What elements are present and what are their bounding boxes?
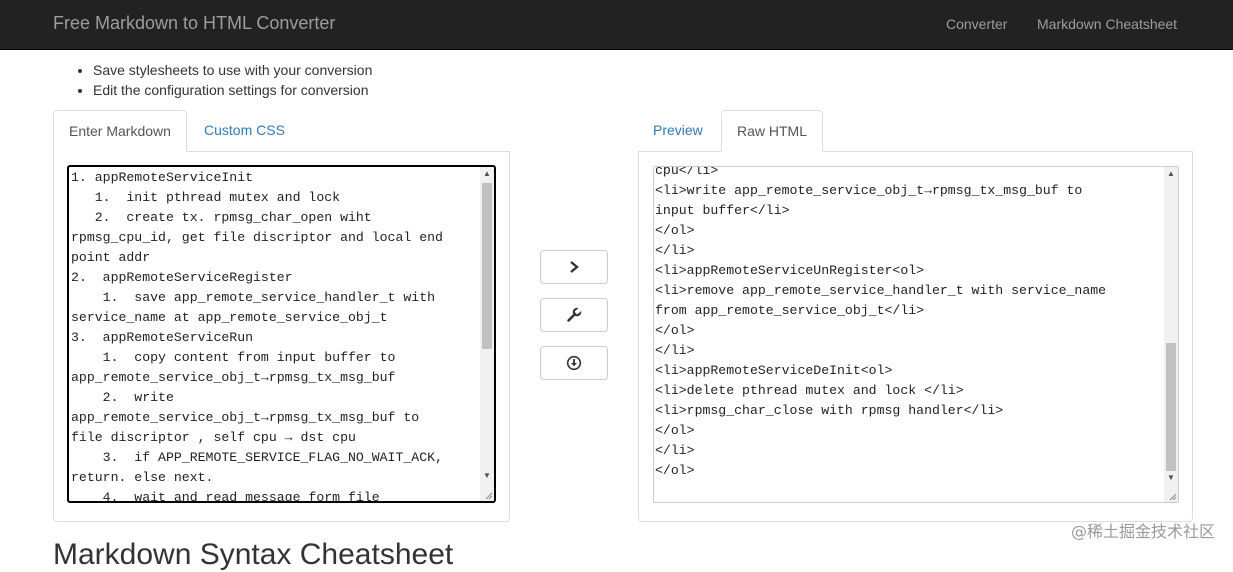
raw-html-output[interactable]: cpu</li> <li>write app_remote_service_obj… — [653, 166, 1179, 503]
tab-preview[interactable]: Preview — [638, 110, 718, 152]
html-line: </ol> — [655, 223, 695, 238]
markdown-scrollbar[interactable]: ▲ ▼ — [480, 167, 494, 501]
markdown-line: app_remote_service_obj_t→rpmsg_tx_msg_bu… — [71, 410, 420, 425]
markdown-input[interactable]: 1. appRemoteServiceInit 1. init pthread … — [67, 165, 496, 503]
tab-enter-markdown[interactable]: Enter Markdown — [53, 110, 187, 152]
markdown-line: 2. write — [71, 390, 174, 405]
markdown-line: 1. copy content from input buffer to — [71, 350, 396, 365]
watermark: @稀土掘金技术社区 — [1070, 522, 1215, 541]
brand-link[interactable]: Free Markdown to HTML Converter — [53, 13, 335, 34]
html-line: </li> — [655, 443, 695, 458]
html-line: cpu</li> — [655, 166, 719, 178]
markdown-tabs: Enter Markdown Custom CSS — [53, 110, 510, 152]
html-line: input buffer</li> — [655, 203, 790, 218]
html-line: from app_remote_service_obj_t</li> — [655, 303, 925, 318]
scroll-down-icon[interactable]: ▼ — [1164, 471, 1178, 485]
feature-item: Edit the configuration settings for conv… — [93, 80, 372, 100]
settings-button[interactable] — [540, 298, 608, 332]
convert-button[interactable] — [540, 250, 608, 284]
html-line: <li>write app_remote_service_obj_t→rpmsg… — [655, 183, 1083, 198]
markdown-line: return. else next. — [71, 470, 214, 485]
scroll-up-icon[interactable]: ▲ — [1164, 167, 1178, 181]
html-line: </ol> — [655, 463, 695, 478]
markdown-line: 1. appRemoteServiceInit — [71, 170, 254, 185]
resize-grip-icon[interactable] — [1167, 491, 1177, 501]
markdown-input-text[interactable]: 1. appRemoteServiceInit 1. init pthread … — [71, 168, 480, 501]
markdown-line: file discriptor , self cpu → dst cpu — [71, 430, 356, 445]
markdown-line: 3. appRemoteServiceRun — [71, 330, 254, 345]
markdown-line: 2. appRemoteServiceRegister — [71, 270, 293, 285]
tab-raw-html[interactable]: Raw HTML — [721, 110, 823, 152]
wrench-icon — [567, 307, 582, 322]
html-line: </li> — [655, 343, 695, 358]
download-button[interactable] — [540, 346, 608, 380]
markdown-line: 1. save app_remote_service_handler_t wit… — [71, 290, 436, 305]
tab-custom-css[interactable]: Custom CSS — [189, 110, 300, 152]
html-line: </li> — [655, 243, 695, 258]
markdown-line: 3. if APP_REMOTE_SERVICE_FLAG_NO_WAIT_AC… — [71, 450, 443, 465]
top-navbar: Free Markdown to HTML Converter Converte… — [0, 0, 1233, 50]
html-line: </ol> — [655, 423, 695, 438]
html-line: <li>remove app_remote_service_handler_t … — [655, 283, 1107, 298]
raw-html-text[interactable]: cpu</li> <li>write app_remote_service_obj… — [655, 166, 1164, 502]
feature-item: Save stylesheets to use with your conver… — [93, 60, 372, 80]
feature-list: Save stylesheets to use with your conver… — [75, 60, 372, 100]
markdown-line: app_remote_service_obj_t→rpmsg_tx_msg_bu… — [71, 370, 396, 385]
markdown-line: point addr — [71, 250, 151, 265]
resize-grip-icon[interactable] — [483, 490, 493, 500]
html-line: <li>appRemoteServiceUnRegister<ol> — [655, 263, 925, 278]
scroll-down-icon[interactable]: ▼ — [480, 469, 494, 483]
nav-link-markdown-cheatsheet[interactable]: Markdown Cheatsheet — [1037, 16, 1177, 32]
markdown-line: 4. wait and read message form file — [71, 490, 380, 501]
scroll-up-icon[interactable]: ▲ — [480, 167, 494, 181]
markdown-line: service_name at app_remote_service_obj_t — [71, 310, 388, 325]
html-line: <li>appRemoteServiceDeInit<ol> — [655, 363, 893, 378]
markdown-line: 1. init pthread mutex and lock — [71, 190, 341, 205]
markdown-line: 2. create tx. rpmsg_char_open wiht — [71, 210, 372, 225]
html-line: <li>delete pthread mutex and lock </li> — [655, 383, 964, 398]
html-line: </ol> — [655, 323, 695, 338]
scrollbar-thumb[interactable] — [482, 183, 492, 349]
scrollbar-thumb[interactable] — [1166, 343, 1176, 471]
cheatsheet-heading: Markdown Syntax Cheatsheet — [53, 538, 454, 571]
output-tabs: Preview Raw HTML — [638, 110, 1193, 152]
raw-html-scrollbar[interactable]: ▲ ▼ — [1164, 167, 1178, 502]
nav-link-converter[interactable]: Converter — [946, 16, 1007, 32]
html-line: <li>rpmsg_char_close with rpmsg handler<… — [655, 403, 1004, 418]
chevron-right-icon — [570, 261, 579, 273]
markdown-line: rpmsg_cpu_id, get file discriptor and lo… — [71, 230, 443, 245]
download-icon — [566, 355, 582, 371]
